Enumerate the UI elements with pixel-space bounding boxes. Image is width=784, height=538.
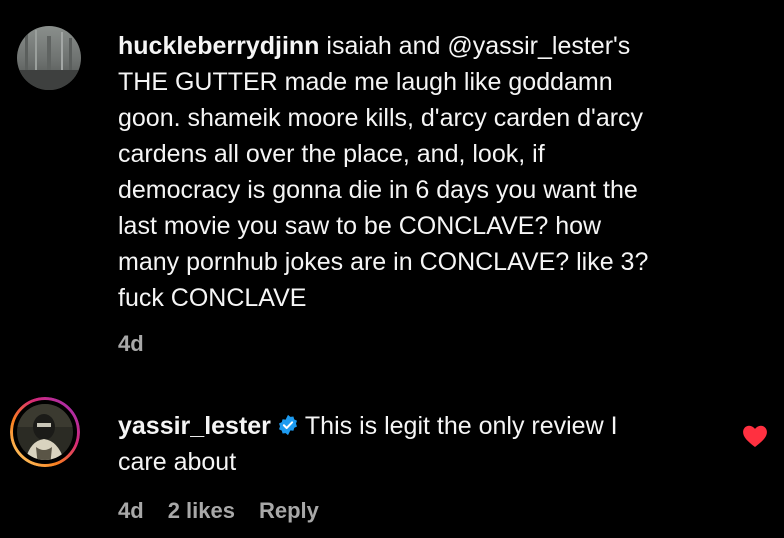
comment-line-3: goon. shameik moore kills, d'arcy carden… (118, 104, 644, 132)
comment-line-2: care about (118, 448, 237, 476)
comment-timestamp: 4d (118, 498, 144, 523)
avatar[interactable] (17, 26, 81, 90)
comment-text: huckleberrydjinn isaiah and @yassir_lest… (118, 28, 758, 316)
comment-meta: 4d (118, 331, 144, 357)
comment-line-8: fuck CONCLAVE (118, 284, 307, 312)
comment-username[interactable]: yassir_lester (118, 412, 271, 440)
comment-line-1: yassir_lester This is legit the only revi… (118, 408, 718, 444)
comment-item: huckleberrydjinn isaiah and @yassir_lest… (0, 0, 784, 380)
comment-username[interactable]: huckleberrydjinn (118, 32, 319, 60)
comment-line-1: huckleberrydjinn isaiah and @yassir_lest… (118, 28, 758, 64)
avatar[interactable] (10, 397, 80, 467)
comment-text: yassir_lester This is legit the only revi… (118, 408, 718, 480)
comment-meta: 4d 2 likes Reply (118, 498, 319, 524)
comment-item: yassir_lester This is legit the only revi… (0, 390, 784, 538)
avatar-image (17, 26, 81, 90)
comment-line-7: many pornhub jokes are in CONCLAVE? like… (118, 248, 649, 276)
reply-button[interactable]: Reply (259, 498, 319, 524)
comment-timestamp: 4d (118, 331, 144, 356)
avatar-story-ring (10, 397, 80, 467)
likes-count[interactable]: 2 likes (168, 498, 235, 524)
comment-line-text: This is legit the only review I (304, 412, 618, 440)
comment-line-6: last movie you saw to be CONCLAVE? how (118, 212, 602, 240)
verified-badge-icon (278, 414, 297, 436)
heart-icon[interactable] (742, 424, 768, 448)
comment-line-5: democracy is gonna die in 6 days you wan… (118, 176, 638, 204)
comment-line-4: cardens all over the place, and, look, i… (118, 140, 545, 168)
comment-line-text: isaiah and @yassir_lester's (319, 32, 631, 60)
comment-line-2: THE GUTTER made me laugh like goddamn (118, 68, 613, 96)
